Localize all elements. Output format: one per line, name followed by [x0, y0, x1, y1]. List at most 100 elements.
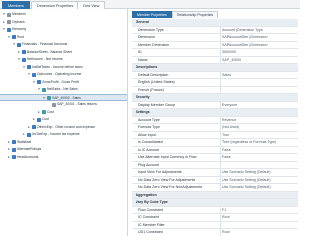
tree-node[interactable]: ▾ Hierarchy [0, 26, 127, 34]
expand-toggle-icon[interactable]: ▸ [17, 49, 21, 57]
member-icon [26, 132, 31, 137]
property-value[interactable]: Account (Dimension Type [222, 27, 296, 34]
property-row[interactable]: Display Member Group Everyone [132, 101, 298, 109]
expand-toggle-icon[interactable]: ▸ [32, 116, 36, 124]
collapse-toggle-icon[interactable]: ▾ [27, 71, 31, 79]
property-value[interactable]: SAPAccountDim (Dimension [222, 34, 296, 41]
property-row[interactable]: No Data Zero View For NonAdjustments Use … [132, 184, 298, 192]
property-value[interactable]: SAPAccountDim (Dimension [222, 42, 296, 49]
tab-dimension-properties[interactable]: Dimension Properties [31, 1, 80, 9]
property-section-header[interactable]: Descriptions [132, 64, 298, 72]
tree-node[interactable]: SAP_40001 - Sales returns [0, 101, 127, 109]
tree-node[interactable]: ▸ Cost [0, 116, 127, 124]
property-row[interactable]: English (United States) [132, 79, 298, 87]
tree-node[interactable]: ▸ HeadAccounts [0, 154, 127, 162]
property-value[interactable]: Revenue [222, 117, 296, 124]
property-row[interactable]: IC Constraint Root [132, 214, 298, 222]
tree-node-label: IncTaxExp - Income tax expense [32, 132, 80, 136]
property-row[interactable]: Account Type Revenue [132, 116, 298, 124]
property-section-header[interactable]: Security [132, 94, 298, 102]
column-divider [220, 71, 221, 79]
expand-toggle-icon[interactable]: ▸ [7, 154, 11, 162]
property-row[interactable]: Is Consolidated True (regardless of Formu… [132, 139, 298, 147]
collapse-toggle-icon[interactable]: ▾ [17, 56, 21, 64]
tree-node[interactable]: ▾ OpIncome - Operating Income [0, 71, 127, 79]
member-icon [31, 72, 36, 77]
expand-toggle-icon[interactable]: ▸ [22, 131, 26, 139]
collapse-toggle-icon[interactable]: ▾ [2, 26, 6, 34]
property-row[interactable]: Flow Constraint F1 [132, 206, 298, 214]
tree-node[interactable]: ▸ Orphans [0, 19, 127, 27]
tab-grid-view[interactable]: Grid View [77, 1, 106, 9]
property-row[interactable]: Name SAP_40000 [132, 56, 298, 64]
tree-node[interactable]: ▾ NetSales - Net Sales [0, 86, 127, 94]
expand-toggle-icon[interactable]: ▸ [7, 146, 11, 154]
tree-node-label: HeadAccounts [17, 154, 39, 159]
property-row[interactable]: IC Member Filter [132, 221, 298, 229]
property-section-header[interactable]: Settings [132, 109, 298, 117]
property-row[interactable]: Is IC Account False [132, 146, 298, 154]
tree-node[interactable]: ▾ SAP_40000 - Sales [0, 93, 127, 101]
collapse-toggle-icon[interactable]: ▾ [22, 64, 26, 72]
tab-members[interactable]: Members [2, 1, 30, 9]
property-value[interactable]: SAP_40000 [222, 57, 296, 64]
tree-node[interactable]: ▾ Financials - Financial Accounts [0, 41, 127, 49]
collapse-toggle-icon[interactable]: ▾ [32, 79, 36, 87]
tree-node[interactable]: ▸ Statistical [0, 139, 127, 147]
expand-toggle-icon[interactable]: ▸ [2, 19, 6, 27]
collapse-toggle-icon[interactable]: ▾ [7, 34, 11, 42]
collapse-toggle-icon[interactable]: ▾ [2, 11, 6, 19]
member-icon [51, 102, 56, 107]
property-row[interactable]: ID 3500000 [132, 49, 298, 57]
property-row[interactable]: French (France) [132, 86, 298, 94]
tab-relationship-properties[interactable]: Relationship Properties [172, 11, 219, 18]
property-name: No Data Zero View For Adjustments [138, 177, 196, 182]
tree-node[interactable]: ▸ BalanceSheet - Balance Sheet [0, 49, 127, 57]
property-value[interactable]: Root [222, 214, 296, 221]
property-value[interactable]: 3500000 [222, 49, 296, 56]
property-row[interactable]: Input View For Adjustments Use Scenario S… [132, 169, 298, 177]
property-row[interactable]: Use Alternate Input Currency in Flow Fals… [132, 154, 298, 162]
property-value[interactable]: Use Scenario Setting (Default) [222, 184, 296, 191]
tree-node[interactable]: ▾ GrossProfit - Gross Profit [0, 79, 127, 87]
tree-node-label: Financials - Financial Accounts [22, 42, 68, 46]
property-value[interactable]: False [222, 147, 296, 154]
tree-node[interactable]: ▾ NetIncome - Net Income [0, 56, 127, 64]
property-row[interactable]: Default Description Sales [132, 71, 298, 79]
property-value[interactable]: Everyone [222, 102, 296, 109]
tree-node[interactable]: ▾ IncBefTaxes - Income before taxes [0, 64, 127, 72]
property-row[interactable]: Member Dimension SAPAccountDim (Dimension [132, 41, 298, 49]
tree-node[interactable]: ▸ IncTaxExp - Income tax expense [0, 131, 127, 139]
expand-toggle-icon[interactable]: ▸ [27, 124, 31, 132]
tree-node[interactable]: ▸ OthIncExp - Other income and expense [0, 124, 127, 132]
property-value[interactable]: (Not Used) [222, 124, 296, 131]
property-value[interactable]: Use Scenario Setting (Default) [222, 169, 296, 176]
expand-toggle-icon[interactable]: ▸ [7, 139, 11, 147]
property-row[interactable]: Formula Type (Not Used) [132, 124, 298, 132]
property-value[interactable]: F1 [222, 207, 296, 214]
property-value[interactable]: False [222, 154, 296, 161]
property-section-header[interactable]: General [132, 19, 298, 27]
expand-toggle-icon[interactable]: ▸ [37, 109, 41, 117]
tree-node[interactable]: ▾ Root [0, 34, 127, 42]
property-value[interactable]: Use Scenario Setting (Default) [222, 177, 296, 184]
property-value[interactable]: True [222, 132, 296, 139]
tree-node-label: Root [17, 34, 24, 39]
tree-node[interactable]: ▸ Cost [0, 109, 127, 117]
collapse-toggle-icon[interactable]: ▾ [37, 86, 41, 94]
property-row[interactable]: No Data Zero View For Adjustments Use Sce… [132, 176, 298, 184]
collapse-toggle-icon[interactable]: ▾ [12, 41, 16, 49]
property-value[interactable]: True (regardless of Formula Type) [222, 139, 296, 146]
property-row[interactable]: Plug Account [132, 161, 298, 169]
property-section-header[interactable]: Vary By Cube Type [132, 199, 298, 207]
tree-node[interactable]: ▸ AlternateRollups [0, 146, 127, 154]
property-value[interactable]: Root [222, 229, 296, 236]
property-row[interactable]: Dimension SAPAccountDim (Dimension [132, 34, 298, 42]
property-row[interactable]: UD1 Constraint Root [132, 229, 298, 236]
tree-node[interactable]: ▾ Members [0, 11, 127, 19]
property-row[interactable]: Dimension Type Account (Dimension Type [132, 26, 298, 34]
property-section-header[interactable]: Aggregation [132, 191, 298, 199]
property-row[interactable]: Allow Input True [132, 131, 298, 139]
property-value[interactable]: Sales [222, 72, 296, 79]
tab-member-properties[interactable]: Member Properties [132, 11, 172, 18]
